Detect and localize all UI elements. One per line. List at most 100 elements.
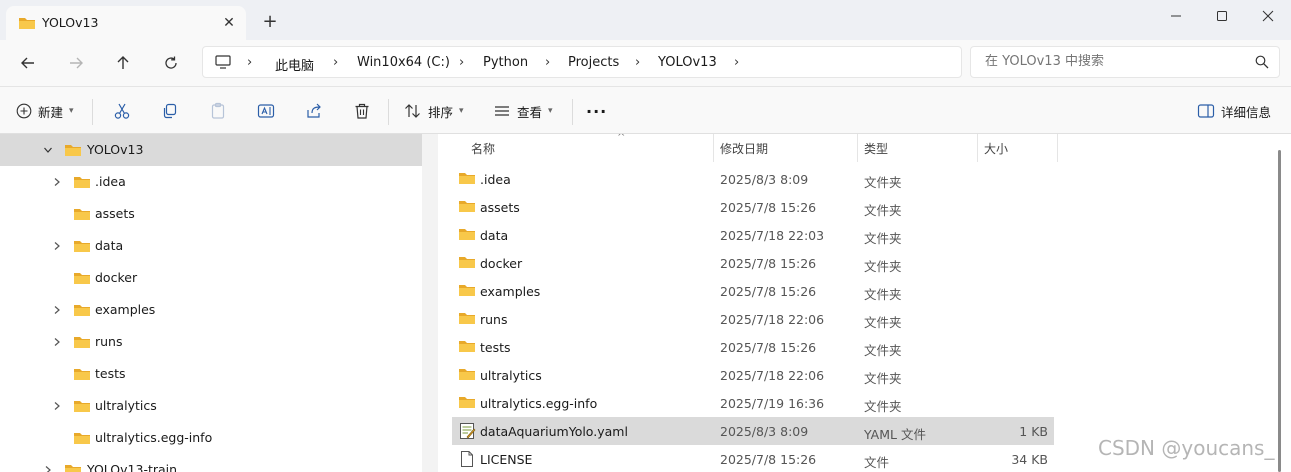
nav-item-ultralytics[interactable]: ultralytics	[0, 390, 422, 422]
vertical-scrollbar[interactable]	[1278, 150, 1281, 472]
column-header-name[interactable]: 名称 ^	[471, 134, 711, 162]
new-tab-button[interactable]: +	[258, 11, 282, 35]
details-label: 详细信息	[1221, 104, 1272, 120]
table-row-selected[interactable]: dataAquariumYolo.yaml 2025/8/3 8:09 YAML…	[452, 417, 1054, 445]
chevron-right-icon: ›	[459, 55, 465, 70]
chevron-right-icon[interactable]	[50, 303, 64, 317]
folder-icon	[73, 398, 91, 417]
close-tab-icon[interactable]: ✕	[220, 14, 238, 32]
table-row[interactable]: ultralytics 2025/7/18 22:06 文件夹	[452, 361, 1054, 389]
file-date: 2025/7/8 15:26	[720, 452, 817, 467]
command-bar: 新建 ▾ 排序 ▾ 查看 ▾ ··· 详细信息	[0, 86, 1291, 134]
file-name: .idea	[480, 172, 511, 187]
details-pane-icon	[1197, 104, 1215, 118]
nav-item-label: tests	[95, 366, 126, 381]
file-type: 文件夹	[864, 231, 902, 246]
divider	[92, 99, 93, 125]
chevron-right-icon[interactable]	[50, 239, 64, 253]
column-header-date[interactable]: 修改日期	[720, 134, 850, 162]
chevron-right-icon[interactable]	[50, 335, 64, 349]
delete-button[interactable]	[353, 99, 371, 123]
nav-item-assets[interactable]: assets	[0, 198, 422, 230]
nav-item-idea[interactable]: .idea	[0, 166, 422, 198]
column-divider[interactable]	[977, 134, 978, 162]
sort-label: 排序	[428, 104, 454, 120]
column-divider[interactable]	[713, 134, 714, 162]
more-options-button[interactable]: ···	[586, 99, 607, 123]
nav-item-yolov13[interactable]: YOLOv13	[0, 134, 422, 166]
breadcrumb-projects[interactable]: Projects	[568, 55, 619, 70]
folder-icon	[73, 238, 91, 257]
table-row[interactable]: ultralytics.egg-info 2025/7/19 16:36 文件夹	[452, 389, 1054, 417]
sort-button[interactable]: 排序 ▾	[404, 99, 464, 123]
folder-icon	[458, 226, 476, 245]
column-divider[interactable]	[1057, 134, 1058, 162]
new-button[interactable]: 新建 ▾	[16, 99, 74, 123]
arrow-left-icon	[21, 57, 34, 69]
column-header-size[interactable]: 大小	[984, 134, 1054, 162]
table-row[interactable]: runs 2025/7/18 22:06 文件夹	[452, 305, 1054, 333]
search-box[interactable]	[970, 46, 1280, 78]
column-divider[interactable]	[857, 134, 858, 162]
file-date: 2025/7/8 15:26	[720, 284, 817, 299]
view-button[interactable]: 查看 ▾	[493, 99, 553, 123]
file-name: examples	[480, 284, 541, 299]
nav-item-examples[interactable]: examples	[0, 294, 422, 326]
nav-item-docker[interactable]: docker	[0, 262, 422, 294]
chevron-down-icon[interactable]	[41, 143, 55, 157]
file-date: 2025/7/8 15:26	[720, 200, 817, 215]
file-name: tests	[480, 340, 511, 355]
chevron-right-icon[interactable]	[50, 175, 64, 189]
file-name: runs	[480, 312, 508, 327]
file-date: 2025/8/3 8:09	[720, 172, 809, 187]
column-header-label: 名称	[471, 141, 496, 156]
breadcrumb-python[interactable]: Python	[483, 55, 528, 70]
nav-item-tests[interactable]: tests	[0, 358, 422, 390]
table-row[interactable]: docker 2025/7/8 15:26 文件夹	[452, 249, 1054, 277]
close-window-button[interactable]	[1245, 0, 1291, 32]
table-row[interactable]: assets 2025/7/8 15:26 文件夹	[452, 193, 1054, 221]
tab-yolov13[interactable]: YOLOv13 ✕	[6, 6, 246, 40]
back-button[interactable]	[14, 49, 42, 77]
file-name: dataAquariumYolo.yaml	[480, 424, 628, 439]
nav-item-label: runs	[95, 334, 123, 349]
table-row[interactable]: .idea 2025/8/3 8:09 文件夹	[452, 165, 1054, 193]
folder-icon	[458, 366, 476, 385]
file-name: docker	[480, 256, 523, 271]
refresh-button[interactable]	[157, 49, 185, 77]
folder-icon	[73, 430, 91, 449]
breadcrumb-yolov13[interactable]: YOLOv13	[658, 55, 717, 70]
file-date: 2025/7/8 15:26	[720, 256, 817, 271]
up-button[interactable]	[109, 49, 137, 77]
search-input[interactable]	[985, 54, 1255, 69]
copy-icon	[163, 103, 177, 119]
nav-item-ultralytics-egg-info[interactable]: ultralytics.egg-info	[0, 422, 422, 454]
table-row[interactable]: LICENSE 2025/7/8 15:26 文件 34 KB	[452, 445, 1054, 472]
nav-item-data[interactable]: data	[0, 230, 422, 262]
forward-button[interactable]	[62, 49, 90, 77]
nav-item-yolov13-train[interactable]: YOLOv13-train	[0, 454, 422, 472]
column-header-type[interactable]: 类型	[864, 134, 974, 162]
chevron-right-icon[interactable]	[50, 399, 64, 413]
table-row[interactable]: tests 2025/7/8 15:26 文件夹	[452, 333, 1054, 361]
share-button[interactable]	[305, 99, 323, 123]
nav-item-runs[interactable]: runs	[0, 326, 422, 358]
details-pane-button[interactable]: 详细信息	[1197, 99, 1271, 123]
breadcrumb-this-pc[interactable]: 此电脑	[275, 55, 314, 74]
paste-button[interactable]	[209, 99, 227, 123]
maximize-button[interactable]	[1199, 0, 1245, 32]
pane-splitter[interactable]	[422, 134, 438, 472]
chevron-right-icon[interactable]	[41, 463, 55, 472]
nav-item-label: assets	[95, 206, 135, 221]
copy-button[interactable]	[161, 99, 179, 123]
address-bar[interactable]: › 此电脑 › Win10x64 (C:) › Python › Project…	[202, 46, 962, 78]
rename-button[interactable]	[257, 99, 275, 123]
minimize-icon	[1171, 15, 1181, 17]
table-row[interactable]: examples 2025/7/8 15:26 文件夹	[452, 277, 1054, 305]
breadcrumb-drive[interactable]: Win10x64 (C:)	[357, 55, 450, 70]
cut-button[interactable]	[113, 99, 131, 123]
share-icon	[307, 103, 321, 118]
minimize-button[interactable]	[1153, 0, 1199, 32]
file-list: 名称 ^ 修改日期 类型 大小 .idea 2025/8/3 8:09 文件夹 …	[438, 134, 1291, 472]
table-row[interactable]: data 2025/7/18 22:03 文件夹	[452, 221, 1054, 249]
